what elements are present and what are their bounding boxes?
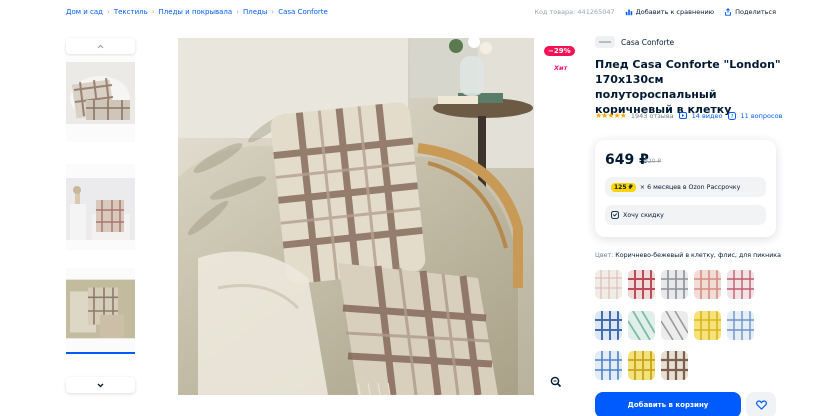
top-actions: Код товара: 441265047 Добавить к сравнен… [534,8,776,16]
thumbnail-1[interactable] [66,56,135,142]
brand-link[interactable]: Casa Conforte [595,36,674,48]
hit-badge: Хит [554,64,568,72]
breadcrumb-brand[interactable]: Casa Conforte [278,8,328,16]
color-swatch[interactable] [727,311,754,340]
zoom-icon [550,376,562,388]
videos-link[interactable]: 14 видео [692,112,723,120]
installment-amount: 125 ₽ [611,182,636,192]
breadcrumb-blankets-covers[interactable]: Пледы и покрывала [159,8,233,16]
share-button[interactable]: Поделиться [724,8,776,16]
rating-stars[interactable]: ★★★★★ [595,111,627,120]
brand-name: Casa Conforte [621,37,675,47]
discount-badge: −29% [544,46,575,56]
chevron-up-icon [97,44,104,48]
breadcrumb-home-garden[interactable]: Дом и сад [66,8,103,16]
favorite-button[interactable] [746,392,776,416]
color-swatch[interactable] [628,270,655,299]
product-page: Дом и сад › Текстиль › Пледы и покрывала… [0,0,832,416]
reviews-link[interactable]: 1943 отзыва [631,112,674,120]
discount-icon [611,211,619,219]
compare-icon [625,9,632,16]
thumbnail-gallery [66,38,135,393]
color-swatch[interactable] [661,311,688,340]
compare-button[interactable]: Добавить к сравнению [625,8,715,16]
price-card: 649 ₽ 920 ₽ 125 ₽ × 6 месяцев в Ozon Рас… [595,140,776,237]
installment-button[interactable]: 125 ₽ × 6 месяцев в Ozon Рассрочку [605,177,766,197]
color-swatch[interactable] [628,311,655,340]
color-label-value: Коричнево-бежевый в клетку, флис, для пи… [615,252,781,259]
product-title: Плед Casa Conforte "London" 170х130см по… [595,58,781,116]
thumbnail-2[interactable] [66,164,135,250]
color-label: Цвет: Коричнево-бежевый в клетку, флис, … [595,252,781,259]
rating-row: ★★★★★ 1943 отзыва 14 видео ? 11 вопросов [595,111,782,120]
main-product-image[interactable] [178,38,534,395]
breadcrumb-separator: › [151,8,155,16]
video-icon [678,112,687,119]
chevron-down-icon [97,383,104,387]
color-swatch[interactable] [661,270,688,299]
svg-text:?: ? [730,114,733,120]
breadcrumb-blankets[interactable]: Пледы [243,8,267,16]
old-price: 920 ₽ [644,158,662,165]
current-price: 649 ₽ [605,152,649,168]
color-swatch[interactable] [595,311,622,340]
color-label-key: Цвет: [595,252,614,259]
thumbnails-up-button[interactable] [66,38,135,54]
thumbnails-down-button[interactable] [66,377,135,393]
color-swatch[interactable] [628,351,655,380]
color-swatch[interactable] [595,351,622,380]
breadcrumb-separator: › [107,8,110,16]
blanket-photo [178,38,534,395]
want-discount-label: Хочу скидку [623,211,664,219]
questions-link[interactable]: 11 вопросов [741,112,783,120]
question-icon: ? [727,111,736,120]
product-code[interactable]: Код товара: 441265047 [534,8,614,16]
color-swatch[interactable] [595,270,622,299]
want-discount-button[interactable]: Хочу скидку [605,205,766,225]
breadcrumb-textile[interactable]: Текстиль [114,8,148,16]
color-swatch[interactable] [694,311,721,340]
add-to-cart-button[interactable]: Добавить в корзину [595,392,741,416]
breadcrumb-separator: › [271,8,275,16]
heart-icon [755,400,767,410]
share-icon [725,8,732,16]
compare-label: Добавить к сравнению [635,8,715,16]
breadcrumb-separator: › [236,8,239,16]
brand-logo [595,36,615,48]
share-label: Поделиться [735,8,776,16]
thumbnail-3-selected[interactable] [66,268,135,354]
zoom-button[interactable] [547,373,565,391]
installment-text: × 6 месяцев в Ozon Рассрочку [639,183,741,191]
breadcrumb: Дом и сад › Текстиль › Пледы и покрывала… [66,8,328,16]
color-swatch-selected[interactable] [661,351,688,380]
color-swatch[interactable] [694,270,721,299]
color-swatch[interactable] [727,270,754,299]
